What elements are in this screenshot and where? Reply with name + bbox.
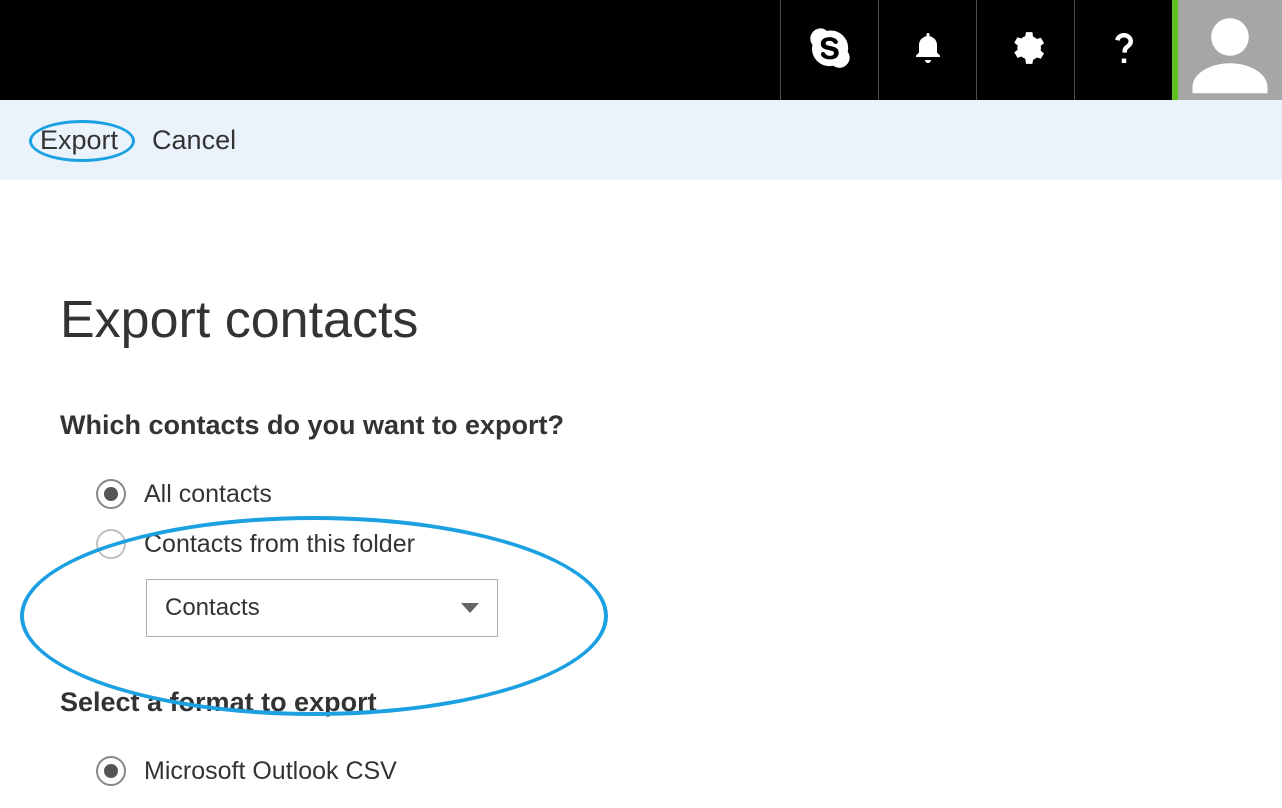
option-outlook-csv[interactable]: Microsoft Outlook CSV (60, 756, 1282, 786)
bell-icon (910, 30, 946, 71)
section-which-contacts-heading: Which contacts do you want to export? (60, 410, 1282, 441)
question-icon (1106, 30, 1142, 71)
radio-folder-contacts[interactable] (96, 529, 126, 559)
radio-outlook-csv-label: Microsoft Outlook CSV (144, 757, 397, 786)
gear-icon (1007, 29, 1045, 72)
help-button[interactable] (1074, 0, 1172, 100)
radio-all-contacts-label: All contacts (144, 480, 272, 509)
section-format-heading: Select a format to export (60, 687, 1282, 718)
skype-button[interactable] (780, 0, 878, 100)
radio-all-contacts[interactable] (96, 479, 126, 509)
action-bar: Export Cancel (0, 100, 1282, 180)
skype-icon (810, 28, 850, 73)
export-label: Export (40, 125, 118, 155)
radio-outlook-csv[interactable] (96, 756, 126, 786)
avatar-icon (1185, 9, 1275, 100)
folder-select[interactable]: Contacts (146, 579, 498, 637)
option-folder-contacts[interactable]: Contacts from this folder (60, 529, 1282, 559)
chevron-down-icon (461, 603, 479, 613)
radio-folder-contacts-label: Contacts from this folder (144, 530, 415, 559)
folder-select-value: Contacts (165, 594, 260, 622)
top-bar (0, 0, 1282, 100)
settings-button[interactable] (976, 0, 1074, 100)
page-title: Export contacts (60, 290, 1282, 350)
content-area: Export contacts Which contacts do you wa… (0, 180, 1282, 786)
cancel-button[interactable]: Cancel (152, 125, 236, 156)
notifications-button[interactable] (878, 0, 976, 100)
cancel-label: Cancel (152, 125, 236, 155)
export-button[interactable]: Export (40, 125, 118, 156)
profile-button[interactable] (1178, 0, 1282, 100)
option-all-contacts[interactable]: All contacts (60, 479, 1282, 509)
